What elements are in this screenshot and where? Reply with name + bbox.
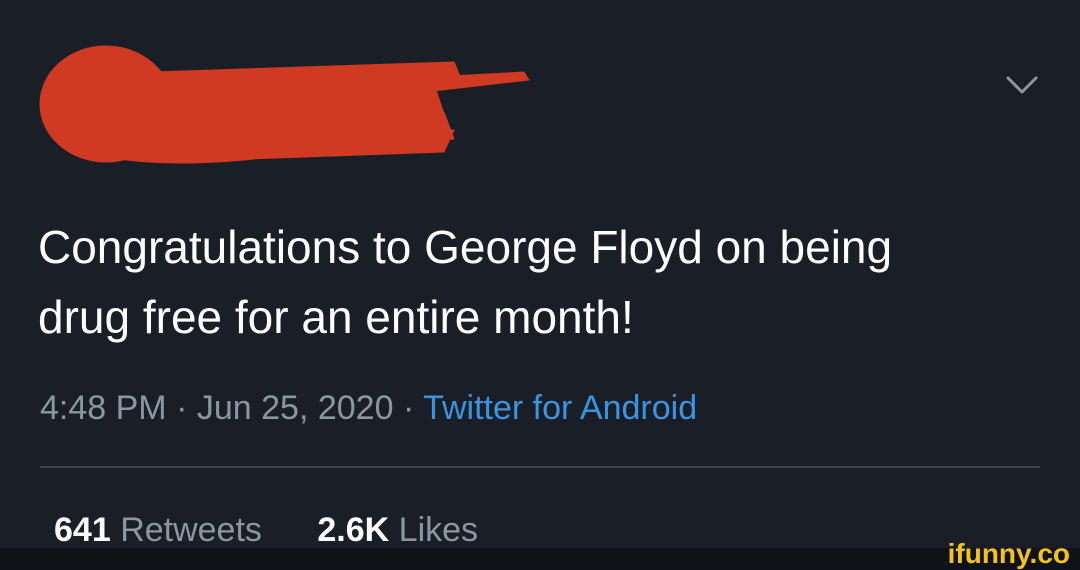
- retweets-label: Retweets: [120, 511, 262, 549]
- meta-separator: ·: [402, 389, 415, 427]
- meta-separator: ·: [176, 389, 188, 427]
- tweet-source-link[interactable]: Twitter for Android: [423, 389, 697, 427]
- tweet-text: Congratulations to George Floyd on being…: [38, 212, 1048, 352]
- tweet-meta: 4:48 PM · Jun 25, 2020 · Twitter for And…: [40, 386, 697, 430]
- likes-label: Likes: [398, 511, 479, 549]
- likes-count: 2.6K: [317, 511, 390, 549]
- tweet-text-line-1: Congratulations to George Floyd on being: [38, 221, 893, 273]
- tweet-time[interactable]: 4:48 PM: [40, 389, 167, 427]
- tweet-stats: 641 Retweets 2.6K Likes: [54, 508, 478, 552]
- redaction-scribble: [39, 45, 530, 164]
- footer-strip: [0, 548, 1080, 570]
- divider: [40, 466, 1040, 468]
- likes-stat[interactable]: 2.6K Likes: [317, 508, 478, 552]
- tweet-text-line-2: drug free for an entire month!: [38, 291, 634, 343]
- retweets-count: 641: [54, 511, 111, 549]
- ifunny-watermark: ifunny.co: [947, 538, 1070, 569]
- retweets-stat[interactable]: 641 Retweets: [54, 508, 262, 552]
- tweet-date[interactable]: Jun 25, 2020: [197, 389, 394, 427]
- chevron-down-icon[interactable]: [1002, 72, 1042, 100]
